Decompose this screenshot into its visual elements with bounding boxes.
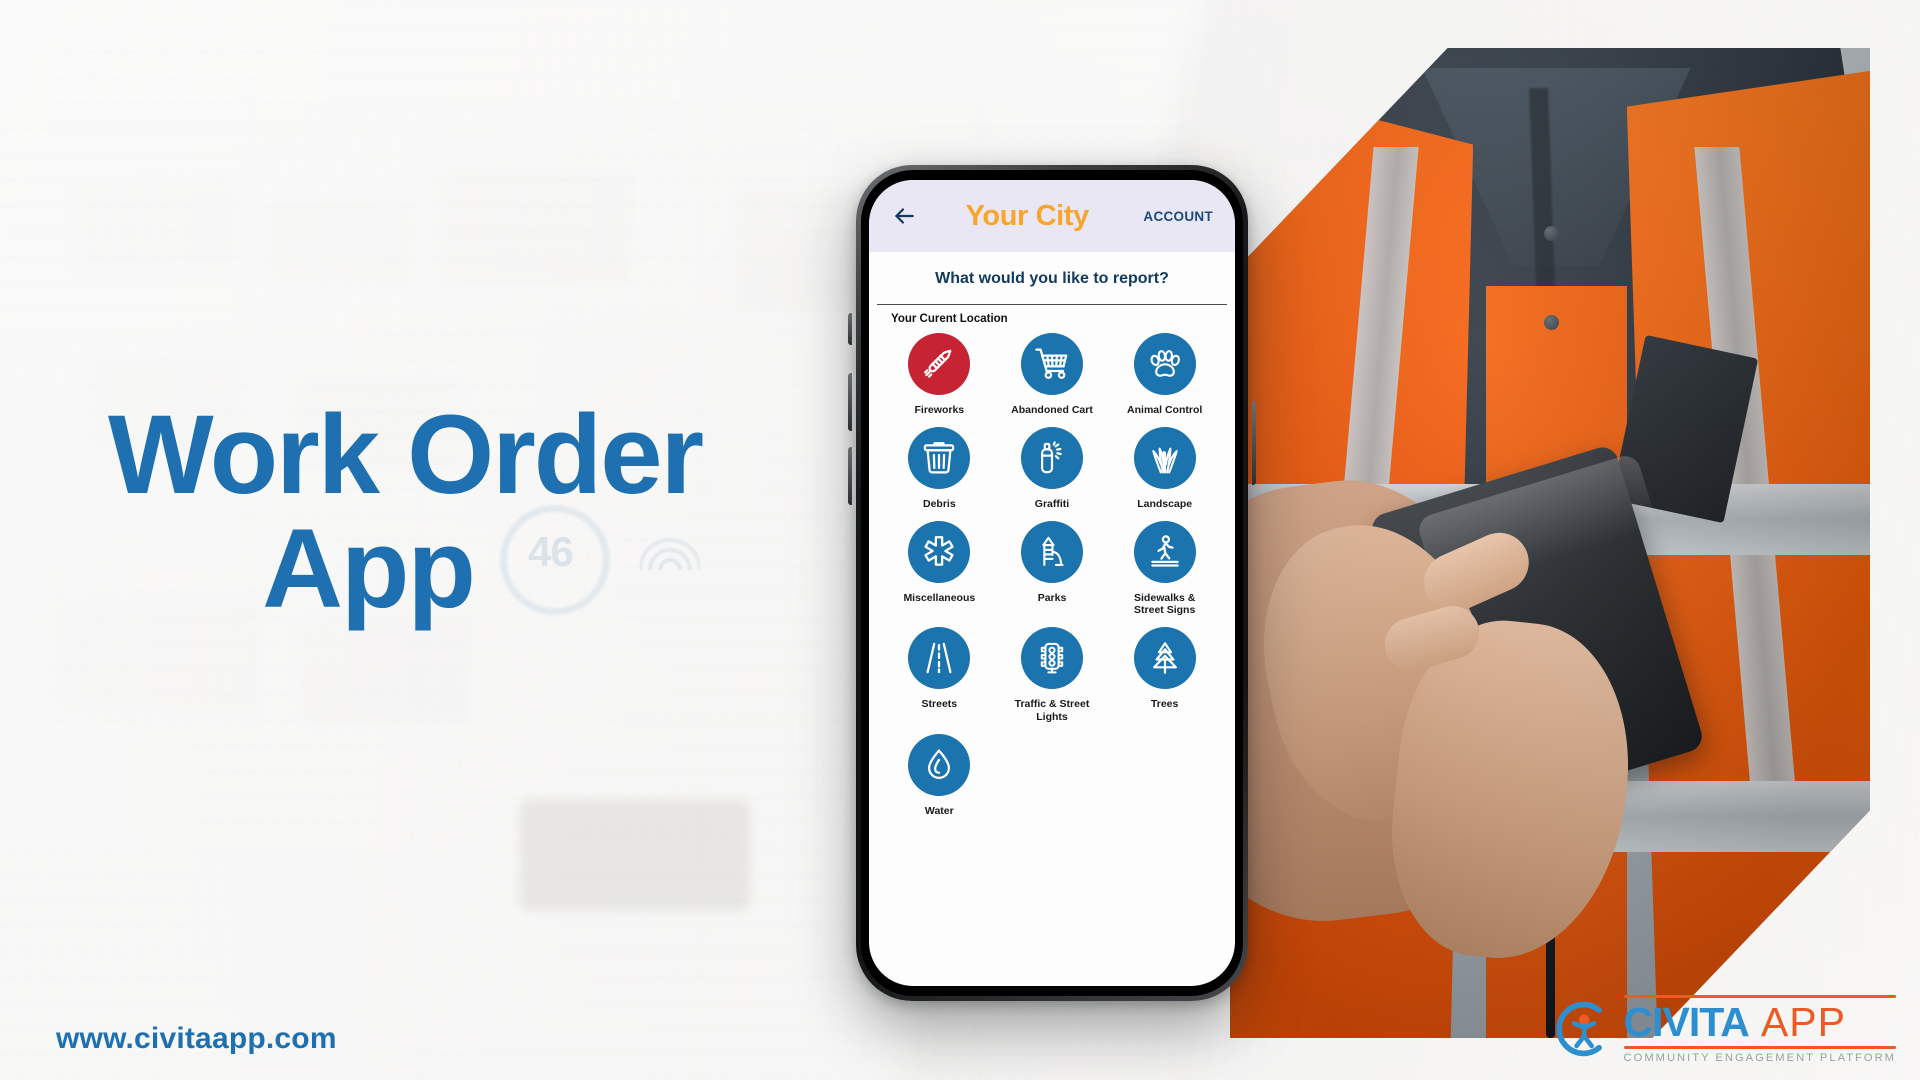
shopping-cart-icon bbox=[1020, 333, 1083, 395]
civita-app-logo[interactable]: CIVITA APP COMMUNITY ENGAGEMENT PLATFORM bbox=[1555, 994, 1896, 1064]
logo-name-primary: CIVITA bbox=[1623, 998, 1750, 1045]
photo-shading bbox=[1230, 48, 1870, 1038]
headline-line-2: App bbox=[262, 506, 476, 632]
category-label: Landscape bbox=[1137, 497, 1193, 510]
category-label: Trees bbox=[1150, 698, 1179, 711]
category-item-abandoned-cart[interactable]: Abandoned Cart bbox=[996, 333, 1109, 417]
category-label: Sidewalks & Street Signs bbox=[1134, 591, 1196, 617]
road-icon bbox=[908, 627, 971, 690]
paw-print-icon bbox=[1133, 333, 1196, 395]
category-item-animal-control[interactable]: Animal Control bbox=[1108, 333, 1221, 417]
spray-can-icon bbox=[1020, 426, 1083, 489]
playground-slide-icon bbox=[1020, 520, 1083, 583]
headline-line-1: Work Order bbox=[108, 392, 704, 517]
category-label: Water bbox=[924, 804, 954, 817]
section-divider bbox=[877, 304, 1227, 305]
phone-screen: Your City ACCOUNT What would you like to… bbox=[869, 180, 1235, 986]
category-label: Abandoned Cart bbox=[1011, 404, 1093, 416]
category-item-debris[interactable]: Debris bbox=[883, 426, 996, 511]
phone-power-button[interactable] bbox=[1252, 401, 1256, 485]
category-item-fireworks[interactable]: Fireworks bbox=[883, 333, 996, 417]
traffic-light-icon bbox=[1020, 627, 1083, 690]
app-title: Your City bbox=[965, 199, 1090, 232]
worker-photo-hexagon bbox=[1230, 48, 1870, 1038]
page-title: Work Order App bbox=[108, 397, 828, 632]
firework-rocket-icon bbox=[908, 333, 971, 395]
app-header: Your City ACCOUNT bbox=[869, 180, 1235, 252]
category-item-sidewalks-street-signs[interactable]: Sidewalks & Street Signs bbox=[1108, 520, 1221, 618]
category-label: Animal Control bbox=[1127, 404, 1203, 416]
category-item-traffic-street-lights[interactable]: Traffic & Street Lights bbox=[996, 627, 1109, 724]
phone-volume-up-button[interactable] bbox=[848, 373, 852, 431]
account-button[interactable]: ACCOUNT bbox=[1143, 209, 1213, 224]
asterisk-star-icon bbox=[908, 520, 971, 583]
grass-icon bbox=[1133, 426, 1196, 489]
category-label: Traffic & Street Lights bbox=[1014, 698, 1090, 723]
website-url[interactable]: www.civitaapp.com bbox=[56, 1022, 337, 1056]
category-item-water[interactable]: Water bbox=[883, 733, 996, 818]
current-location-label: Your Curent Location bbox=[869, 305, 1235, 327]
category-item-trees[interactable]: Trees bbox=[1108, 627, 1221, 724]
category-item-streets[interactable]: Streets bbox=[883, 627, 996, 724]
category-grid: Fireworks Abandoned Cart Animal Control … bbox=[869, 327, 1235, 818]
walking-person-icon bbox=[1133, 520, 1196, 583]
worker-photo bbox=[1230, 48, 1870, 1038]
category-label: Graffiti bbox=[1034, 497, 1070, 510]
category-item-graffiti[interactable]: Graffiti bbox=[996, 426, 1109, 511]
category-label: Miscellaneous bbox=[903, 591, 976, 604]
logo-tagline: COMMUNITY ENGAGEMENT PLATFORM bbox=[1623, 1051, 1896, 1064]
category-item-miscellaneous[interactable]: Miscellaneous bbox=[883, 520, 996, 618]
category-label: Debris bbox=[922, 497, 956, 510]
civita-person-circle-icon bbox=[1555, 999, 1616, 1059]
phone-volume-down-button[interactable] bbox=[848, 447, 852, 505]
phone-mockup: Your City ACCOUNT What would you like to… bbox=[848, 165, 1256, 1001]
category-label: Fireworks bbox=[914, 404, 965, 416]
report-prompt: What would you like to report? bbox=[869, 252, 1235, 304]
category-label: Streets bbox=[921, 698, 958, 711]
phone-mute-switch[interactable] bbox=[848, 313, 852, 345]
water-drop-icon bbox=[908, 733, 971, 796]
trash-can-icon bbox=[908, 426, 971, 489]
phone-bezel: Your City ACCOUNT What would you like to… bbox=[861, 170, 1243, 996]
logo-wordmark: CIVITA APP COMMUNITY ENGAGEMENT PLATFORM bbox=[1623, 994, 1896, 1064]
logo-name-secondary: APP bbox=[1760, 998, 1846, 1045]
category-item-landscape[interactable]: Landscape bbox=[1108, 426, 1221, 511]
category-item-parks[interactable]: Parks bbox=[996, 520, 1109, 618]
category-label: Parks bbox=[1037, 591, 1067, 604]
pine-tree-icon bbox=[1133, 627, 1196, 690]
logo-words: CIVITA APP bbox=[1624, 998, 1896, 1046]
background-forklift bbox=[520, 800, 750, 910]
